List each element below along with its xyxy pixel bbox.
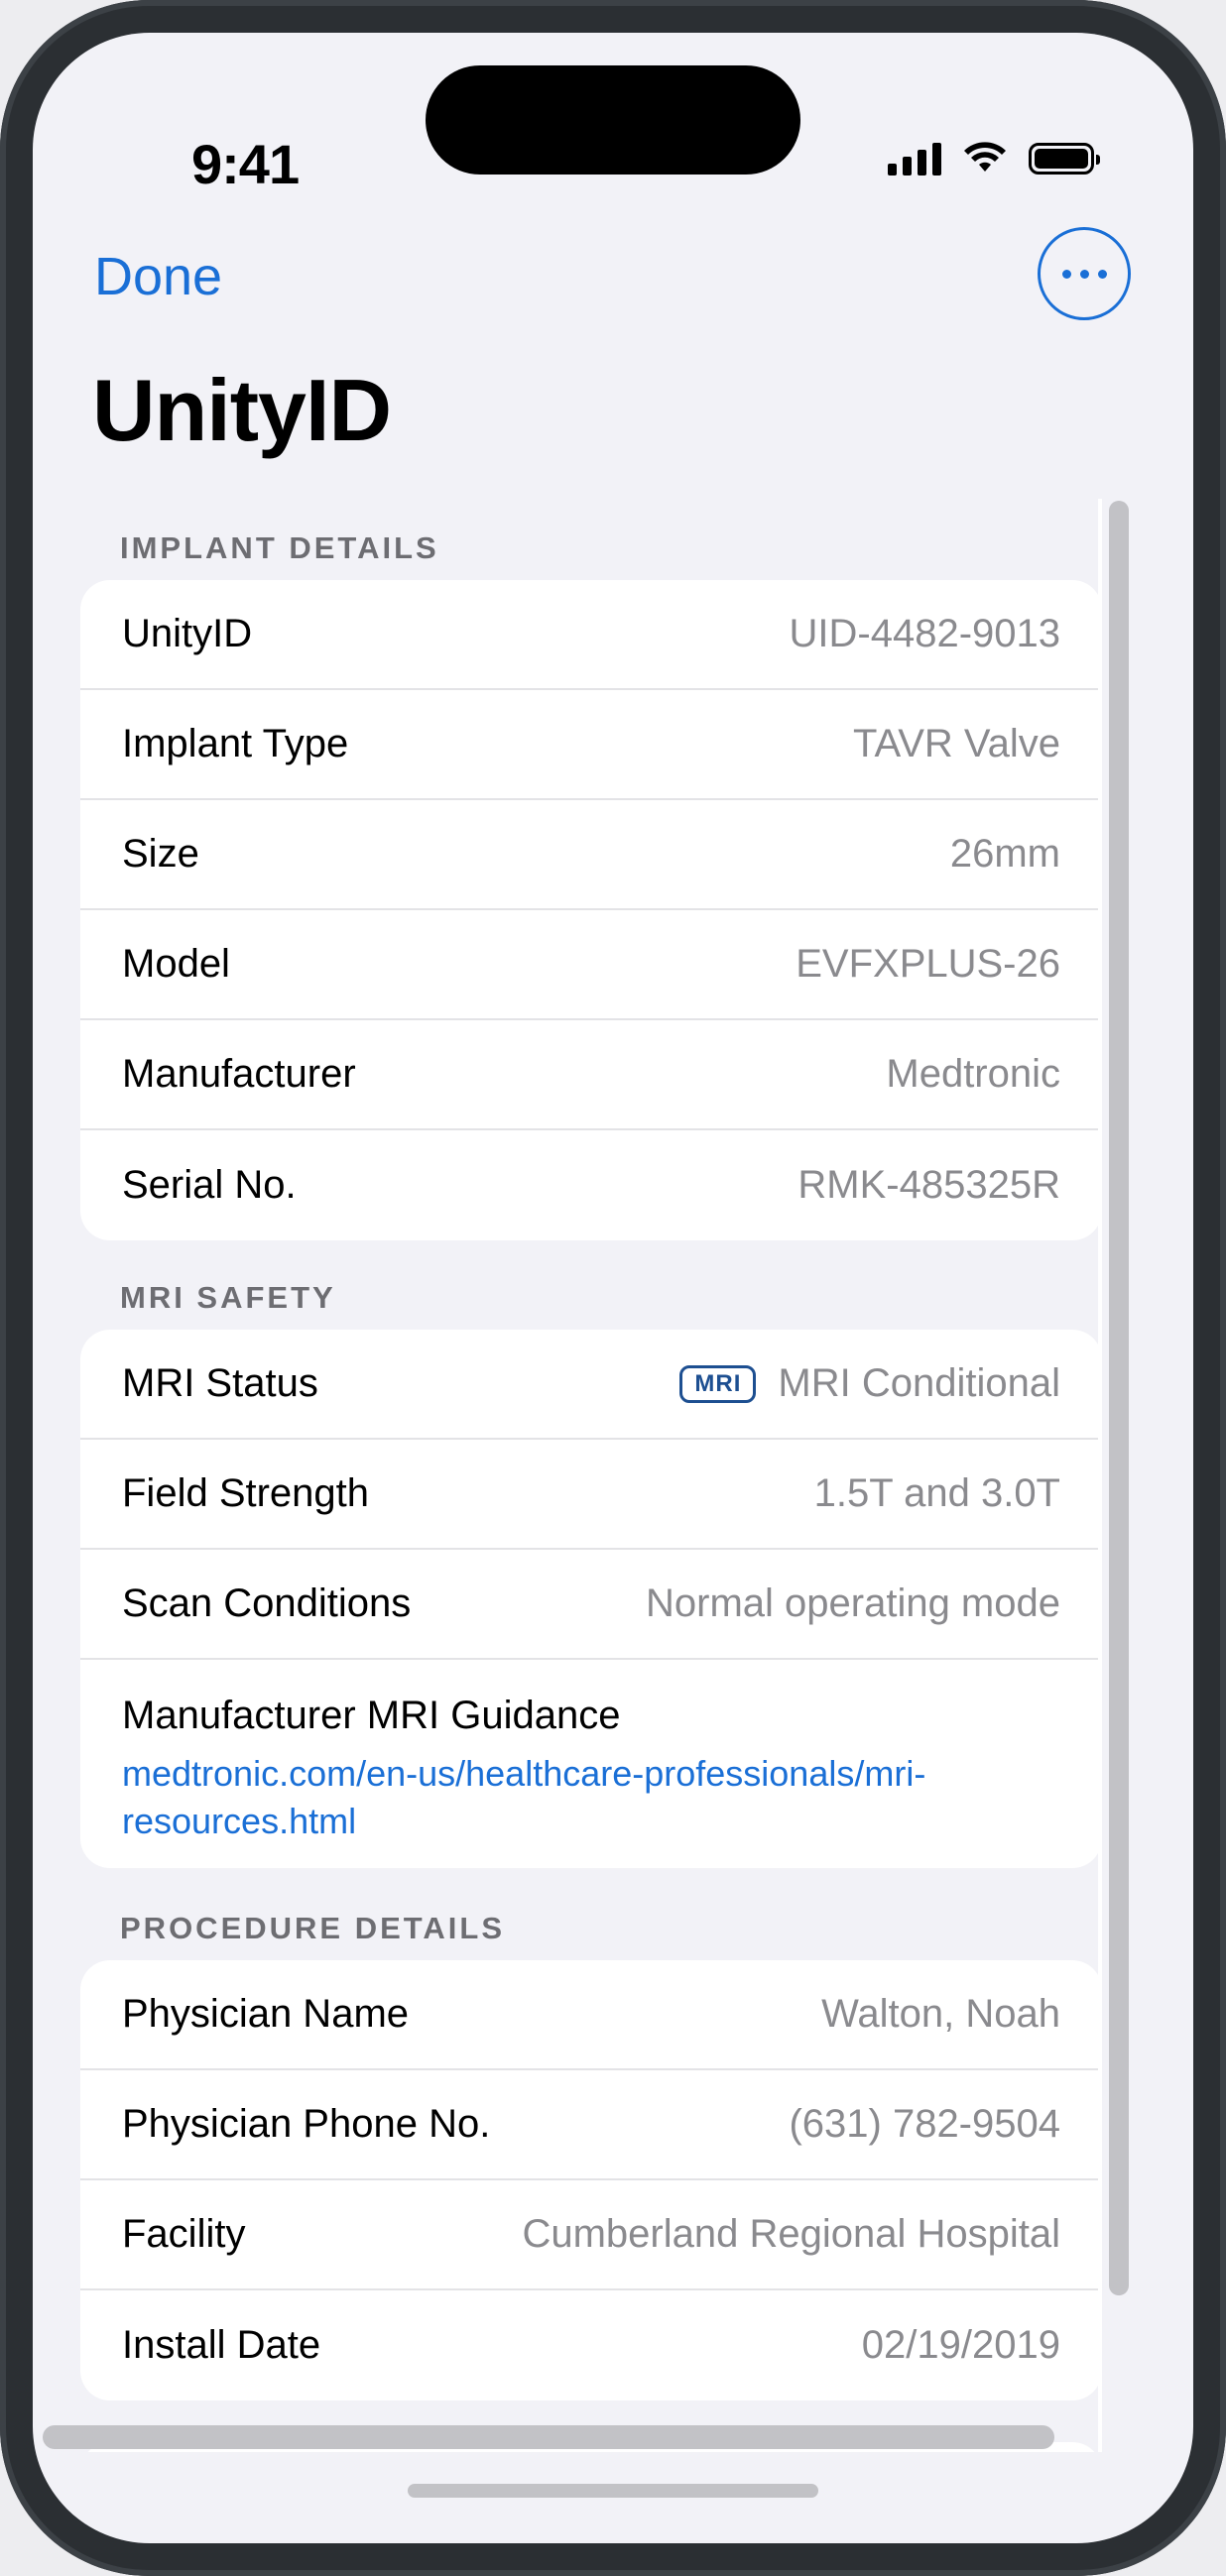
home-indicator[interactable] xyxy=(408,2484,818,2498)
mri-badge: MRI xyxy=(679,1364,757,1403)
row-label: UnityID xyxy=(122,612,253,655)
table-row: Facility Cumberland Regional Hospital xyxy=(80,2180,1102,2290)
row-label: Physician Name xyxy=(122,1992,410,2036)
row-label: MRI Status xyxy=(122,1361,318,1405)
mri-guidance-link[interactable]: medtronic.com/en-us/healthcare-professio… xyxy=(122,1750,1074,1845)
status-icons xyxy=(888,142,1100,176)
row-label: Field Strength xyxy=(122,1471,370,1515)
table-row: Physician Name Walton, Noah xyxy=(80,1960,1102,2070)
row-value: MRI MRI Conditional xyxy=(679,1361,1060,1406)
table-row: UnityID UID-4482-9013 xyxy=(80,580,1102,690)
row-value: EVFXPLUS-26 xyxy=(796,942,1060,986)
row-label: Model xyxy=(122,942,230,986)
horizontal-scrollbar[interactable] xyxy=(43,2425,1054,2449)
wifi-icon xyxy=(964,142,1006,172)
cellular-signal-icon xyxy=(888,142,941,176)
row-value: UID-4482-9013 xyxy=(789,612,1061,655)
table-row: Install Date 02/19/2019 xyxy=(80,2290,1102,2400)
row-label: Serial No. xyxy=(122,1163,297,1207)
dynamic-island xyxy=(426,65,800,175)
more-options-button[interactable] xyxy=(1038,227,1131,320)
row-label: Manufacturer xyxy=(122,1052,356,1096)
phone-frame: 9:41 Done UnityID IMPLANT DETAILS UnityI… xyxy=(0,0,1226,2576)
row-label: Implant Type xyxy=(122,722,349,765)
scroll-track xyxy=(1098,499,1102,2452)
done-button[interactable]: Done xyxy=(94,246,222,307)
row-label: Facility xyxy=(122,2212,246,2256)
section-header-procedure: PROCEDURE DETAILS xyxy=(120,1911,506,1945)
detail-list[interactable]: IMPLANT DETAILS UnityID UID-4482-9013 Im… xyxy=(80,469,1154,2452)
vertical-scrollbar[interactable] xyxy=(1109,501,1129,2295)
row-value: RMK-485325R xyxy=(797,1163,1060,1207)
section-header-mri: MRI SAFETY xyxy=(120,1280,336,1315)
table-row: Serial No. RMK-485325R xyxy=(80,1130,1102,1240)
row-value: 02/19/2019 xyxy=(861,2323,1060,2367)
mri-safety-group: MRI Status MRI MRI Conditional Field Str… xyxy=(80,1330,1102,1868)
row-label: Scan Conditions xyxy=(122,1581,412,1625)
status-time: 9:41 xyxy=(191,133,300,195)
ellipsis-icon xyxy=(1061,269,1071,279)
row-value: Medtronic xyxy=(886,1052,1060,1096)
row-value: Normal operating mode xyxy=(646,1581,1060,1625)
table-row: Size 26mm xyxy=(80,800,1102,910)
row-value: 26mm xyxy=(949,832,1060,876)
row-value: (631) 782-9504 xyxy=(789,2102,1060,2146)
table-row: MRI Status MRI MRI Conditional xyxy=(80,1330,1102,1440)
implant-details-group: UnityID UID-4482-9013 Implant Type TAVR … xyxy=(80,580,1102,1240)
mri-status-value: MRI Conditional xyxy=(778,1361,1060,1405)
table-row: Manufacturer Medtronic xyxy=(80,1020,1102,1130)
row-value: Walton, Noah xyxy=(821,1992,1060,2036)
page-title: UnityID xyxy=(92,361,392,459)
battery-icon xyxy=(1029,143,1100,175)
row-label: Install Date xyxy=(122,2323,321,2367)
table-row: Model EVFXPLUS-26 xyxy=(80,910,1102,1020)
table-row: Manufacturer MRI Guidance medtronic.com/… xyxy=(80,1660,1102,1868)
table-row: Field Strength 1.5T and 3.0T xyxy=(80,1440,1102,1550)
row-label: Physician Phone No. xyxy=(122,2102,491,2146)
row-value: Cumberland Regional Hospital xyxy=(522,2212,1060,2256)
section-header-implant: IMPLANT DETAILS xyxy=(120,530,439,565)
table-row: Scan Conditions Normal operating mode xyxy=(80,1550,1102,1660)
row-value: 1.5T and 3.0T xyxy=(813,1471,1060,1515)
table-row: Implant Type TAVR Valve xyxy=(80,690,1102,800)
row-label: Manufacturer MRI Guidance xyxy=(122,1694,621,1737)
row-value: TAVR Valve xyxy=(853,722,1060,765)
screen: 9:41 Done UnityID IMPLANT DETAILS UnityI… xyxy=(33,33,1193,2543)
procedure-details-group: Physician Name Walton, Noah Physician Ph… xyxy=(80,1960,1102,2400)
row-label: Size xyxy=(122,832,199,876)
table-row: Physician Phone No. (631) 782-9504 xyxy=(80,2070,1102,2180)
